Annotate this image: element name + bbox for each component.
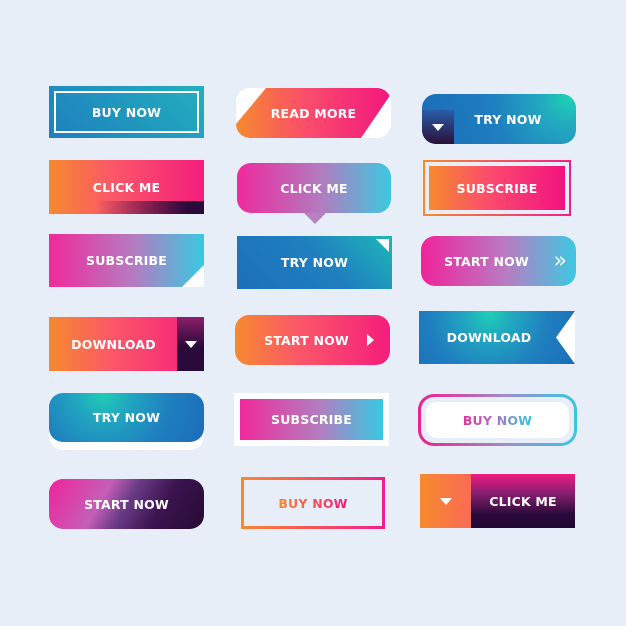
start-now-button-chevron[interactable]: START NOW » (421, 236, 576, 286)
subscribe-button-framed[interactable]: SUBSCRIBE (423, 160, 571, 216)
button-label: BUY NOW (278, 495, 348, 511)
button-label: SUBSCRIBE (86, 253, 167, 268)
caret-down-icon (439, 497, 452, 505)
try-now-button-dropdown[interactable]: TRY NOW (422, 94, 576, 144)
button-label: BUY NOW (462, 412, 533, 428)
speech-tail (304, 213, 326, 224)
click-me-button-split[interactable]: CLICK ME (420, 474, 575, 528)
cut-corner (182, 265, 204, 287)
button-label: START NOW (264, 332, 349, 348)
subscribe-button-cut-corner[interactable]: SUBSCRIBE (49, 234, 204, 287)
dropdown-segment[interactable] (422, 110, 454, 144)
dark-bottom-bar (95, 201, 204, 214)
dropdown-segment[interactable] (420, 474, 471, 528)
button-label: DOWNLOAD (446, 330, 532, 345)
button-label: CLICK ME (280, 180, 348, 196)
button-label: CLICK ME (489, 493, 557, 509)
button-label: START NOW (444, 253, 529, 269)
label-segment[interactable]: CLICK ME (471, 474, 575, 528)
button-label: BUY NOW (91, 104, 162, 120)
button-label: TRY NOW (92, 410, 161, 425)
button-label: TRY NOW (280, 255, 349, 270)
button-label: SUBSCRIBE (456, 180, 538, 196)
button-label: DOWNLOAD (71, 336, 156, 352)
double-chevron-right-icon: » (553, 248, 568, 274)
button-label: TRY NOW (474, 111, 542, 127)
start-now-button-dark[interactable]: START NOW (49, 479, 204, 529)
button-label: CLICK ME (92, 179, 161, 195)
subscribe-button-white-frame[interactable]: SUBSCRIBE (234, 393, 389, 446)
dropdown-segment[interactable] (177, 317, 204, 371)
click-me-button-bar[interactable]: CLICK ME (49, 160, 204, 214)
caret-down-icon (432, 123, 444, 131)
click-me-button-speech[interactable]: CLICK ME (237, 163, 391, 224)
buy-now-button-framed[interactable]: BUY NOW (49, 86, 204, 138)
caret-down-icon (184, 340, 197, 348)
try-now-button-folded[interactable]: TRY NOW (237, 236, 392, 289)
read-more-button[interactable]: READ MORE (236, 88, 391, 138)
play-arrow-icon (367, 334, 374, 346)
try-now-button-shadow[interactable]: TRY NOW (49, 393, 204, 442)
download-button-dropdown[interactable]: DOWNLOAD (49, 317, 204, 371)
button-label: START NOW (84, 496, 169, 512)
buy-now-button-outline[interactable]: BUY NOW (241, 477, 385, 529)
buy-now-button-outline-rounded[interactable]: BUY NOW (418, 394, 577, 446)
start-now-button-arrow[interactable]: START NOW (235, 315, 390, 365)
button-label: SUBSCRIBE (271, 412, 352, 427)
button-label: READ MORE (270, 105, 357, 121)
download-button-ribbon[interactable]: DOWNLOAD (419, 311, 575, 364)
folded-corner (376, 239, 389, 252)
